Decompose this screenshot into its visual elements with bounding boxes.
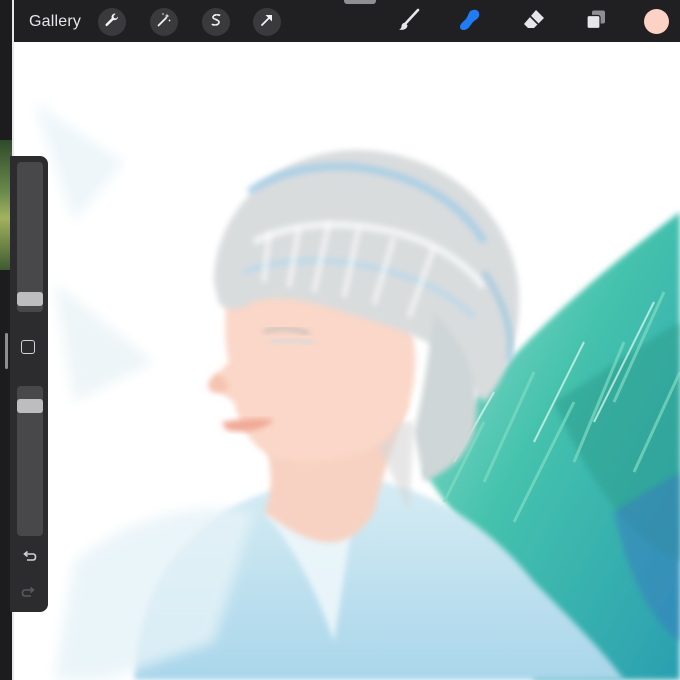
redo-icon	[21, 585, 37, 606]
selection-button[interactable]	[202, 8, 230, 36]
left-sidebar	[10, 156, 48, 612]
color-swatch[interactable]	[644, 9, 669, 34]
painting	[34, 102, 680, 680]
eraser-tool[interactable]	[520, 8, 548, 36]
smudge-icon	[457, 7, 483, 38]
gallery-button[interactable]: Gallery	[29, 13, 81, 31]
eraser-icon	[521, 7, 547, 38]
drawing-canvas[interactable]	[14, 42, 680, 680]
undo-icon	[21, 549, 37, 570]
layers-tool[interactable]	[582, 8, 610, 36]
transform-button[interactable]	[253, 8, 281, 36]
toolbar-grabber[interactable]	[344, 0, 376, 4]
redo-button[interactable]	[20, 586, 38, 604]
top-toolbar: Gallery	[14, 0, 680, 42]
selection-s-icon	[208, 12, 224, 33]
wrench-icon	[104, 12, 120, 33]
adjustments-button[interactable]	[150, 8, 178, 36]
magic-wand-icon	[156, 12, 172, 33]
undo-button[interactable]	[20, 550, 38, 568]
brush-size-thumb[interactable]	[17, 292, 43, 306]
brush-size-slider[interactable]	[17, 162, 43, 312]
split-view-handle[interactable]	[5, 333, 8, 369]
actions-button[interactable]	[98, 8, 126, 36]
transform-arrow-icon	[259, 12, 275, 33]
opacity-slider[interactable]	[17, 386, 43, 536]
brush-tool[interactable]	[395, 8, 423, 36]
layers-icon	[584, 8, 608, 37]
smudge-tool[interactable]	[456, 8, 484, 36]
opacity-thumb[interactable]	[17, 399, 43, 413]
modify-button[interactable]	[21, 340, 35, 354]
brush-icon	[396, 7, 422, 38]
